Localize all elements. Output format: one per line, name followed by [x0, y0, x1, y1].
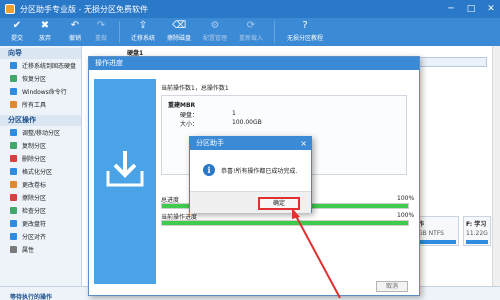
alert-message: 恭喜!所有操作都已成功完成. — [221, 168, 298, 175]
toolbar-migrate-button[interactable]: ⇪ 迁移系统 — [125, 18, 161, 46]
sidebar-item-change-drive-letter[interactable]: 更改盘符 — [0, 217, 81, 230]
erase-icon — [10, 194, 17, 201]
usage-bar — [418, 240, 456, 244]
tools-icon — [10, 101, 17, 108]
sidebar-item-check-partition[interactable]: 检查分区 — [0, 204, 81, 217]
migrate-icon: ⇪ — [138, 20, 148, 31]
partition-tile[interactable]: F: 学习 11.22G — [463, 216, 491, 246]
delete-icon — [10, 155, 17, 162]
sidebar-item-change-label[interactable]: 更改卷标 — [0, 178, 81, 191]
toolbar-tutorial-button[interactable]: ? 无损分区教程 — [280, 18, 330, 46]
sidebar-header-pending: 等待执行的操作 — [10, 294, 53, 300]
toolbar-undo-button[interactable]: ↶ 撤销 — [62, 18, 88, 46]
reload-icon: ⟳ — [246, 20, 256, 31]
toolbar-reload-button[interactable]: ⟳ 重新载入 — [233, 18, 269, 46]
progress-dialog-title: 操作进度 — [89, 57, 419, 70]
properties-icon — [10, 246, 17, 253]
redo-icon: ↷ — [96, 20, 106, 31]
current-progress-fill — [162, 221, 408, 225]
cancel-button[interactable]: 取消 — [376, 281, 408, 292]
operation-name: 重建MBR — [168, 102, 196, 109]
total-progress-percent: 100% — [397, 195, 415, 202]
toolbar-config-button[interactable]: ⚙ 配置管理 — [197, 18, 233, 46]
window-controls: ─ □ ✕ — [446, 3, 496, 15]
disk-key: 硬盘： — [180, 112, 199, 119]
format-icon — [10, 168, 17, 175]
sidebar: 向导 迁移系统到固态硬盘 恢复分区 Windows命令行 所有工具 分区操作 调… — [0, 46, 82, 300]
cancel-icon: ✖ — [40, 20, 50, 31]
align-icon — [10, 233, 17, 240]
current-progress-percent: 100% — [397, 212, 415, 219]
sidebar-item-align-partition[interactable]: 分区对齐 — [0, 230, 81, 243]
info-icon: i — [203, 164, 215, 176]
size-value: 100.00GB — [232, 119, 262, 126]
label-icon — [10, 181, 17, 188]
alert-dialog: 分区助手 × i 恭喜!所有操作都已成功完成. 确定 — [189, 136, 312, 213]
scrollbar[interactable] — [492, 46, 500, 300]
sidebar-item-erase-partition[interactable]: 擦除分区 — [0, 191, 81, 204]
maximize-button[interactable]: □ — [466, 3, 476, 15]
toolbar-separator — [274, 21, 275, 43]
undo-icon: ↶ — [70, 20, 80, 31]
terminal-icon — [10, 88, 17, 95]
disk-value: 1 — [232, 110, 236, 117]
toolbar-discard-button[interactable]: ✖ 放弃 — [28, 18, 62, 46]
ok-button[interactable]: 确定 — [258, 197, 300, 210]
title-bar: 分区助手专业版 - 无损分区免费软件 ─ □ ✕ — [0, 0, 500, 18]
sidebar-item-copy-partition[interactable]: 复制分区 — [0, 139, 81, 152]
toolbar-submit-button[interactable]: ✔ 提交 — [6, 18, 28, 46]
current-progress-bar — [161, 220, 409, 226]
sidebar-item-command-line[interactable]: Windows命令行 — [0, 85, 81, 98]
current-operation-text: 当前操作数1，总操作数1 — [161, 85, 229, 92]
partition-tile[interactable]: 作 GB NTFS — [415, 216, 459, 246]
tutorial-icon: ? — [302, 20, 308, 31]
minimize-button[interactable]: ─ — [446, 3, 456, 15]
toolbar-erase-button[interactable]: ⌫ 擦除磁盘 — [161, 18, 197, 46]
toolbar: ✔ 提交 ✖ 放弃 ↶ 撤销 ↷ 重做 ⇪ 迁移系统 ⌫ 擦除磁盘 ⚙ 配置管理… — [0, 18, 500, 46]
window-title: 分区助手专业版 - 无损分区免费软件 — [20, 4, 148, 14]
sidebar-item-resize-partition[interactable]: 调整/移动分区 — [0, 126, 81, 139]
drive-letter-icon — [10, 220, 17, 227]
alert-close-icon[interactable]: × — [300, 137, 307, 150]
recover-icon — [10, 75, 17, 82]
size-key: 大小： — [180, 121, 199, 128]
usage-bar — [466, 240, 488, 244]
sidebar-item-format-partition[interactable]: 格式化分区 — [0, 165, 81, 178]
toolbar-separator — [119, 21, 120, 43]
sidebar-item-migrate-ssd[interactable]: 迁移系统到固态硬盘 — [0, 59, 81, 72]
sidebar-item-all-tools[interactable]: 所有工具 — [0, 98, 81, 111]
sidebar-header-wizard: 向导 — [0, 48, 81, 59]
app-icon — [5, 4, 15, 14]
sidebar-item-delete-partition[interactable]: 删除分区 — [0, 152, 81, 165]
check-icon: ✔ — [12, 20, 22, 31]
alert-footer: 确定 — [190, 191, 311, 213]
migrate-icon — [10, 62, 17, 69]
progress-illustration — [94, 79, 156, 284]
erase-icon: ⌫ — [171, 20, 187, 31]
sidebar-header-partition: 分区操作 — [0, 115, 81, 126]
copy-icon — [10, 142, 17, 149]
resize-icon — [10, 129, 17, 136]
sidebar-item-recover-partition[interactable]: 恢复分区 — [0, 72, 81, 85]
toolbar-redo-button[interactable]: ↷ 重做 — [88, 18, 114, 46]
sidebar-item-properties[interactable]: 属性 — [0, 243, 81, 256]
close-button[interactable]: ✕ — [486, 3, 496, 15]
settings-icon: ⚙ — [210, 20, 220, 31]
alert-title: 分区助手 × — [190, 137, 311, 150]
check-icon — [10, 207, 17, 214]
download-icon — [106, 151, 144, 187]
